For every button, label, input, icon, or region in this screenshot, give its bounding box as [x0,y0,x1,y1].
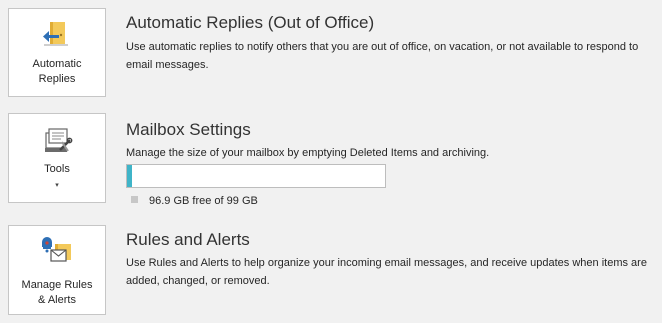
rules-alerts-icon [41,234,73,266]
rules-alerts-title: Rules and Alerts [126,230,250,249]
mailbox-settings-section: Tools ▾ Mailbox Settings Manage the size… [0,104,662,216]
tools-button[interactable]: Tools ▾ [8,113,106,203]
automatic-replies-label: Automatic Replies [32,58,82,85]
rules-alerts-description: Use Rules and Alerts to help organize yo… [126,257,647,287]
tools-label: Tools [44,163,70,175]
mailbox-usage-bar [126,164,386,188]
quota-legend-icon [131,196,138,203]
manage-rules-label: Manage Rules & Alerts [21,279,93,306]
mailbox-usage-fill [127,165,133,187]
mailbox-settings-description: Manage the size of your mailbox by empty… [126,147,490,159]
mailbox-settings-title: Mailbox Settings [126,120,251,139]
quota-text: 96.9 GB free of 99 GB [149,195,258,207]
automatic-replies-section: Automatic Replies Automatic Replies (Out… [0,0,662,104]
automatic-replies-title: Automatic Replies (Out of Office) [126,13,375,32]
door-arrow-icon [41,18,73,50]
manage-rules-button[interactable]: Manage Rules & Alerts [8,225,106,315]
automatic-replies-button[interactable]: Automatic Replies [8,8,106,97]
chevron-down-icon: ▾ [55,182,59,189]
tools-icon [41,124,73,156]
rules-alerts-section: Manage Rules & Alerts Rules and Alerts U… [0,216,662,323]
mailbox-quota: 96.9 GB free of 99 GB [131,194,258,208]
automatic-replies-description: Use automatic replies to notify others t… [126,41,639,71]
